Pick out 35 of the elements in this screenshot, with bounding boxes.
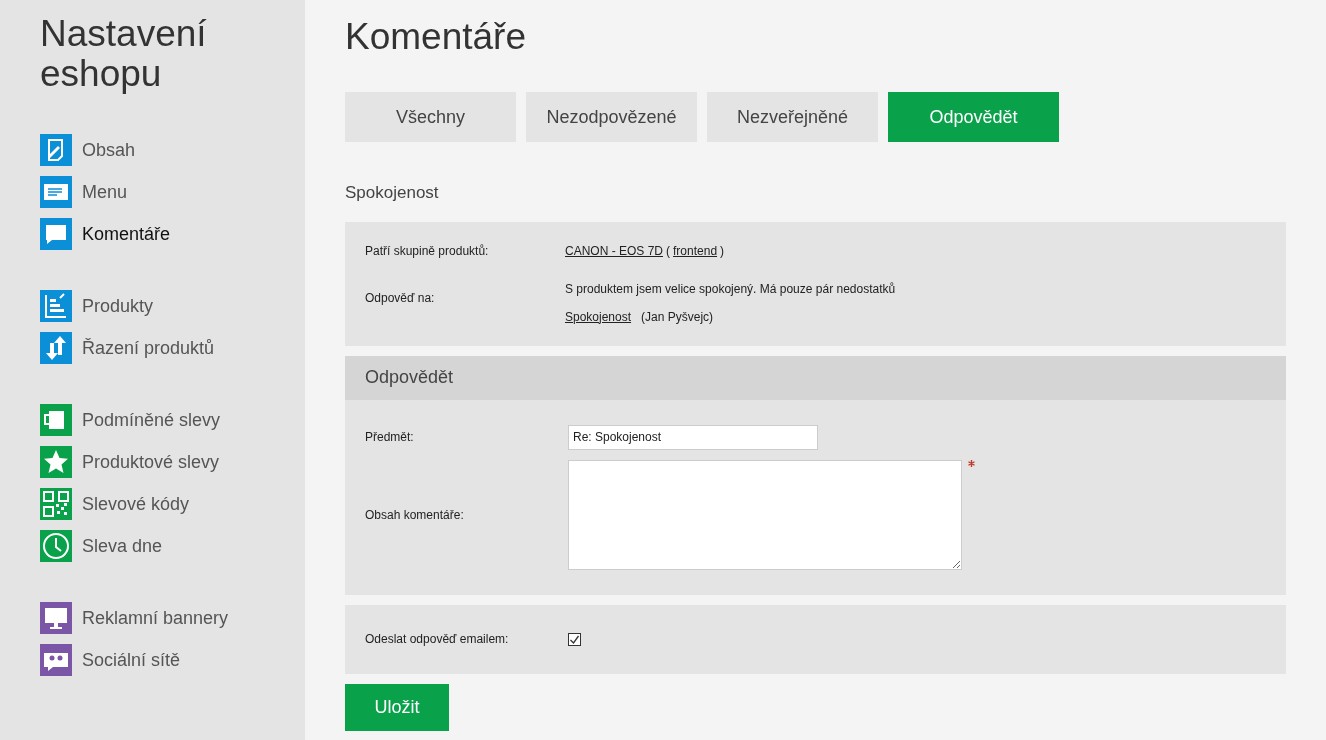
field-label: Předmět: [365, 429, 415, 446]
tab[interactable]: Všechny [345, 92, 516, 142]
page-title: Komentáře [345, 15, 527, 59]
section-title: Spokojenost [345, 182, 440, 204]
checkmark-icon [569, 633, 580, 645]
sidebar-item[interactable]: Řazení produktů [40, 332, 305, 364]
field-label: Odpověď na: [365, 289, 436, 307]
field-label: Obsah komentáře: [365, 506, 465, 524]
sidebar-item[interactable]: Obsah [40, 134, 305, 166]
sidebar-item[interactable]: Produkty [40, 290, 305, 322]
tab[interactable]: Nezodpovězené [526, 92, 697, 142]
sidebar-item[interactable]: Produktové slevy [40, 446, 305, 478]
tab[interactable]: Nezveřejněné [707, 92, 878, 142]
sidebar-item[interactable]: Komentáře [40, 218, 305, 250]
sidebar-item[interactable]: Podmíněné slevy [40, 404, 305, 436]
comment-link[interactable]: Spokojenost [565, 307, 632, 326]
field-label: Odeslat odpověď emailem: [365, 631, 510, 648]
sidebar-item[interactable]: Sociální sítě [40, 644, 305, 676]
reply-text: S produktem jsem velice spokojený. Má pouze pár nedostatků [565, 280, 896, 298]
panel-header: Odpovědět [345, 355, 1286, 400]
sidebar-item[interactable]: Slevové kódy [40, 488, 305, 520]
subject-field[interactable]: Re: Spokojenost [568, 424, 818, 450]
sidebar-title: Nastavení eshopu [40, 14, 208, 94]
frontend-link[interactable]: frontend [673, 241, 718, 260]
bracket-text: ( [666, 242, 670, 260]
checkbox[interactable] [568, 632, 581, 646]
save-button[interactable]: Uložit [345, 683, 449, 731]
sidebar-item[interactable]: Reklamní bannery [40, 602, 305, 634]
field-label: Patří skupině produktů: [365, 242, 490, 260]
tab[interactable]: Odpovědět [888, 92, 1059, 142]
product-group-link[interactable]: CANON - EOS 7D [565, 241, 663, 260]
author-text: (Jan Pyšvejc) [641, 308, 714, 326]
bracket-text: ) [720, 242, 725, 260]
sidebar-item[interactable]: Menu [40, 176, 305, 208]
sidebar-item[interactable]: Sleva dne [40, 530, 305, 562]
